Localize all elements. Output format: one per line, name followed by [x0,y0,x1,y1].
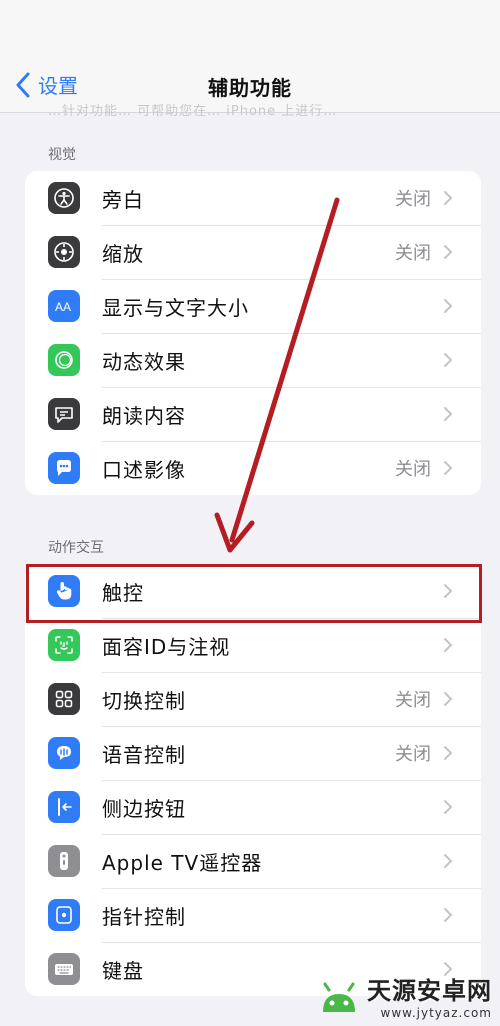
row-touch[interactable]: 触控 [25,564,481,618]
row-display-text-size[interactable]: AA 显示与文字大小 [25,279,481,333]
row-pointer-control[interactable]: 指针控制 [25,888,481,942]
navigation-bar: 设置 辅助功能 …针对功能… 可帮助您在… iPhone 上进行… [0,0,500,119]
row-label: 动态效果 [102,349,186,374]
audio-description-icon [48,452,80,484]
section-title-interaction: 动作交互 [48,540,104,556]
row-label: 触控 [102,580,144,605]
chevron-right-icon [443,583,453,599]
speech-bubble-icon [48,398,80,430]
chevron-right-icon [443,907,453,923]
svg-text:AA: AA [55,300,71,314]
row-label: Apple TV遥控器 [102,850,263,875]
row-label: 侧边按钮 [102,796,186,821]
watermark: 天源安卓网 www.jytyaz.com [315,971,492,1020]
row-value: 关闭 [395,690,431,711]
chevron-right-icon [443,298,453,314]
android-logo-icon [323,982,355,1012]
row-motion[interactable]: 动态效果 [25,333,481,387]
row-voice-control[interactable]: 语音控制 关闭 [25,726,481,780]
row-label: 切换控制 [102,688,186,713]
interaction-settings-group: 触控 面容ID与注视 切换控制 关闭 语音控制 关闭 侧边按钮 Apple TV… [25,564,481,996]
text-size-icon: AA [48,290,80,322]
row-label: 缩放 [102,241,144,266]
motion-circle-icon [48,344,80,376]
chevron-right-icon [443,406,453,422]
row-label: 键盘 [102,958,144,983]
row-label: 朗读内容 [102,403,186,428]
row-apple-tv-remote[interactable]: Apple TV遥控器 [25,834,481,888]
row-label: 语音控制 [102,742,186,767]
row-label: 指针控制 [102,904,186,929]
row-face-id-attention[interactable]: 面容ID与注视 [25,618,481,672]
vision-settings-group: 旁白 关闭 缩放 关闭 AA 显示与文字大小 动态效果 朗读内容 口述影像 关闭 [25,171,481,495]
row-label: 显示与文字大小 [102,295,249,320]
chevron-right-icon [443,691,453,707]
voice-control-icon [48,737,80,769]
chevron-right-icon [443,745,453,761]
tv-remote-icon [48,845,80,877]
chevron-right-icon [443,190,453,206]
row-voiceover[interactable]: 旁白 关闭 [25,171,481,225]
row-zoom[interactable]: 缩放 关闭 [25,225,481,279]
row-value: 关闭 [395,243,431,264]
watermark-text: 天源安卓网 www.jytyaz.com [367,971,492,1020]
row-label: 旁白 [102,187,144,212]
chevron-right-icon [443,244,453,260]
chevron-right-icon [443,799,453,815]
hand-touch-icon [48,575,80,607]
row-value: 关闭 [395,744,431,765]
watermark-name: 天源安卓网 [367,977,492,1005]
watermark-url: www.jytyaz.com [380,1006,492,1020]
row-label: 面容ID与注视 [102,634,231,659]
chevron-right-icon [443,352,453,368]
row-value: 关闭 [395,459,431,480]
switch-grid-icon [48,683,80,715]
chevron-right-icon [443,460,453,476]
pointer-control-icon [48,899,80,931]
chevron-right-icon [443,853,453,869]
section-title-vision: 视觉 [48,147,76,163]
row-audio-descriptions[interactable]: 口述影像 关闭 [25,441,481,495]
scrolled-description-text: …针对功能… 可帮助您在… iPhone 上进行… [48,104,338,119]
row-label: 口述影像 [102,457,186,482]
chevron-right-icon [443,637,453,653]
row-switch-control[interactable]: 切换控制 关闭 [25,672,481,726]
zoom-target-icon [48,236,80,268]
row-spoken-content[interactable]: 朗读内容 [25,387,481,441]
accessibility-person-icon [48,182,80,214]
page-title: 辅助功能 [208,76,292,100]
face-id-icon [48,629,80,661]
keyboard-icon [48,953,80,985]
row-value: 关闭 [395,189,431,210]
side-button-icon [48,791,80,823]
row-side-button[interactable]: 侧边按钮 [25,780,481,834]
